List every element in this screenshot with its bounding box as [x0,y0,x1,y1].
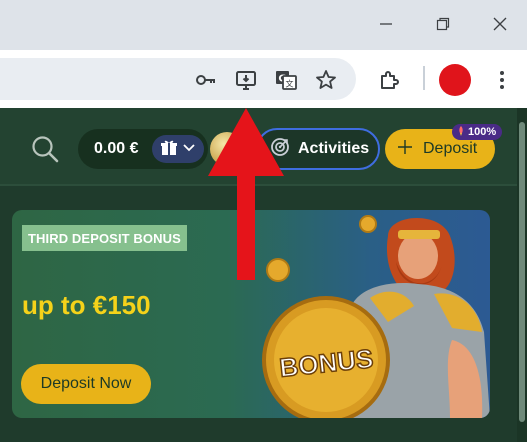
browser-toolbar: G文 [0,50,527,108]
more-menu-icon[interactable] [488,66,516,94]
search-icon[interactable] [30,134,60,164]
deposit-label: Deposit [423,140,478,157]
svg-text:文: 文 [286,79,294,89]
star-icon[interactable] [313,67,339,93]
restore-icon[interactable] [431,12,455,36]
install-app-icon[interactable] [233,67,259,93]
close-icon[interactable] [488,12,512,36]
annotation-arrow [208,108,284,280]
scrollbar-thumb[interactable] [519,122,525,422]
promo-tag: THIRD DEPOSIT BONUS [22,225,187,251]
extensions-icon[interactable] [376,66,404,94]
badge-label: 100% [468,126,497,138]
plus-icon [397,139,413,160]
rocket-icon [456,125,466,139]
balance-amount: 0.00 € [94,140,139,157]
profile-avatar[interactable] [439,64,471,96]
balance-pill[interactable]: 0.00 € [78,129,208,169]
chevron-down-icon [181,139,197,160]
browser-window: G文 0.00 € [0,0,527,442]
bonus-dropdown[interactable] [152,135,204,163]
translate-icon[interactable]: G文 [273,67,299,93]
activities-label: Activities [298,140,370,157]
key-icon[interactable] [193,67,219,93]
minimize-icon[interactable] [374,12,398,36]
deposit-bonus-badge: 100% [452,124,503,140]
title-bar [0,0,527,50]
address-bar[interactable] [0,58,356,100]
deposit-now-button[interactable]: Deposit Now [21,364,151,404]
gift-icon [160,138,178,161]
toolbar-divider [423,66,425,90]
page-scrollbar[interactable] [517,108,527,442]
promo-amount: up to €150 [22,290,151,320]
